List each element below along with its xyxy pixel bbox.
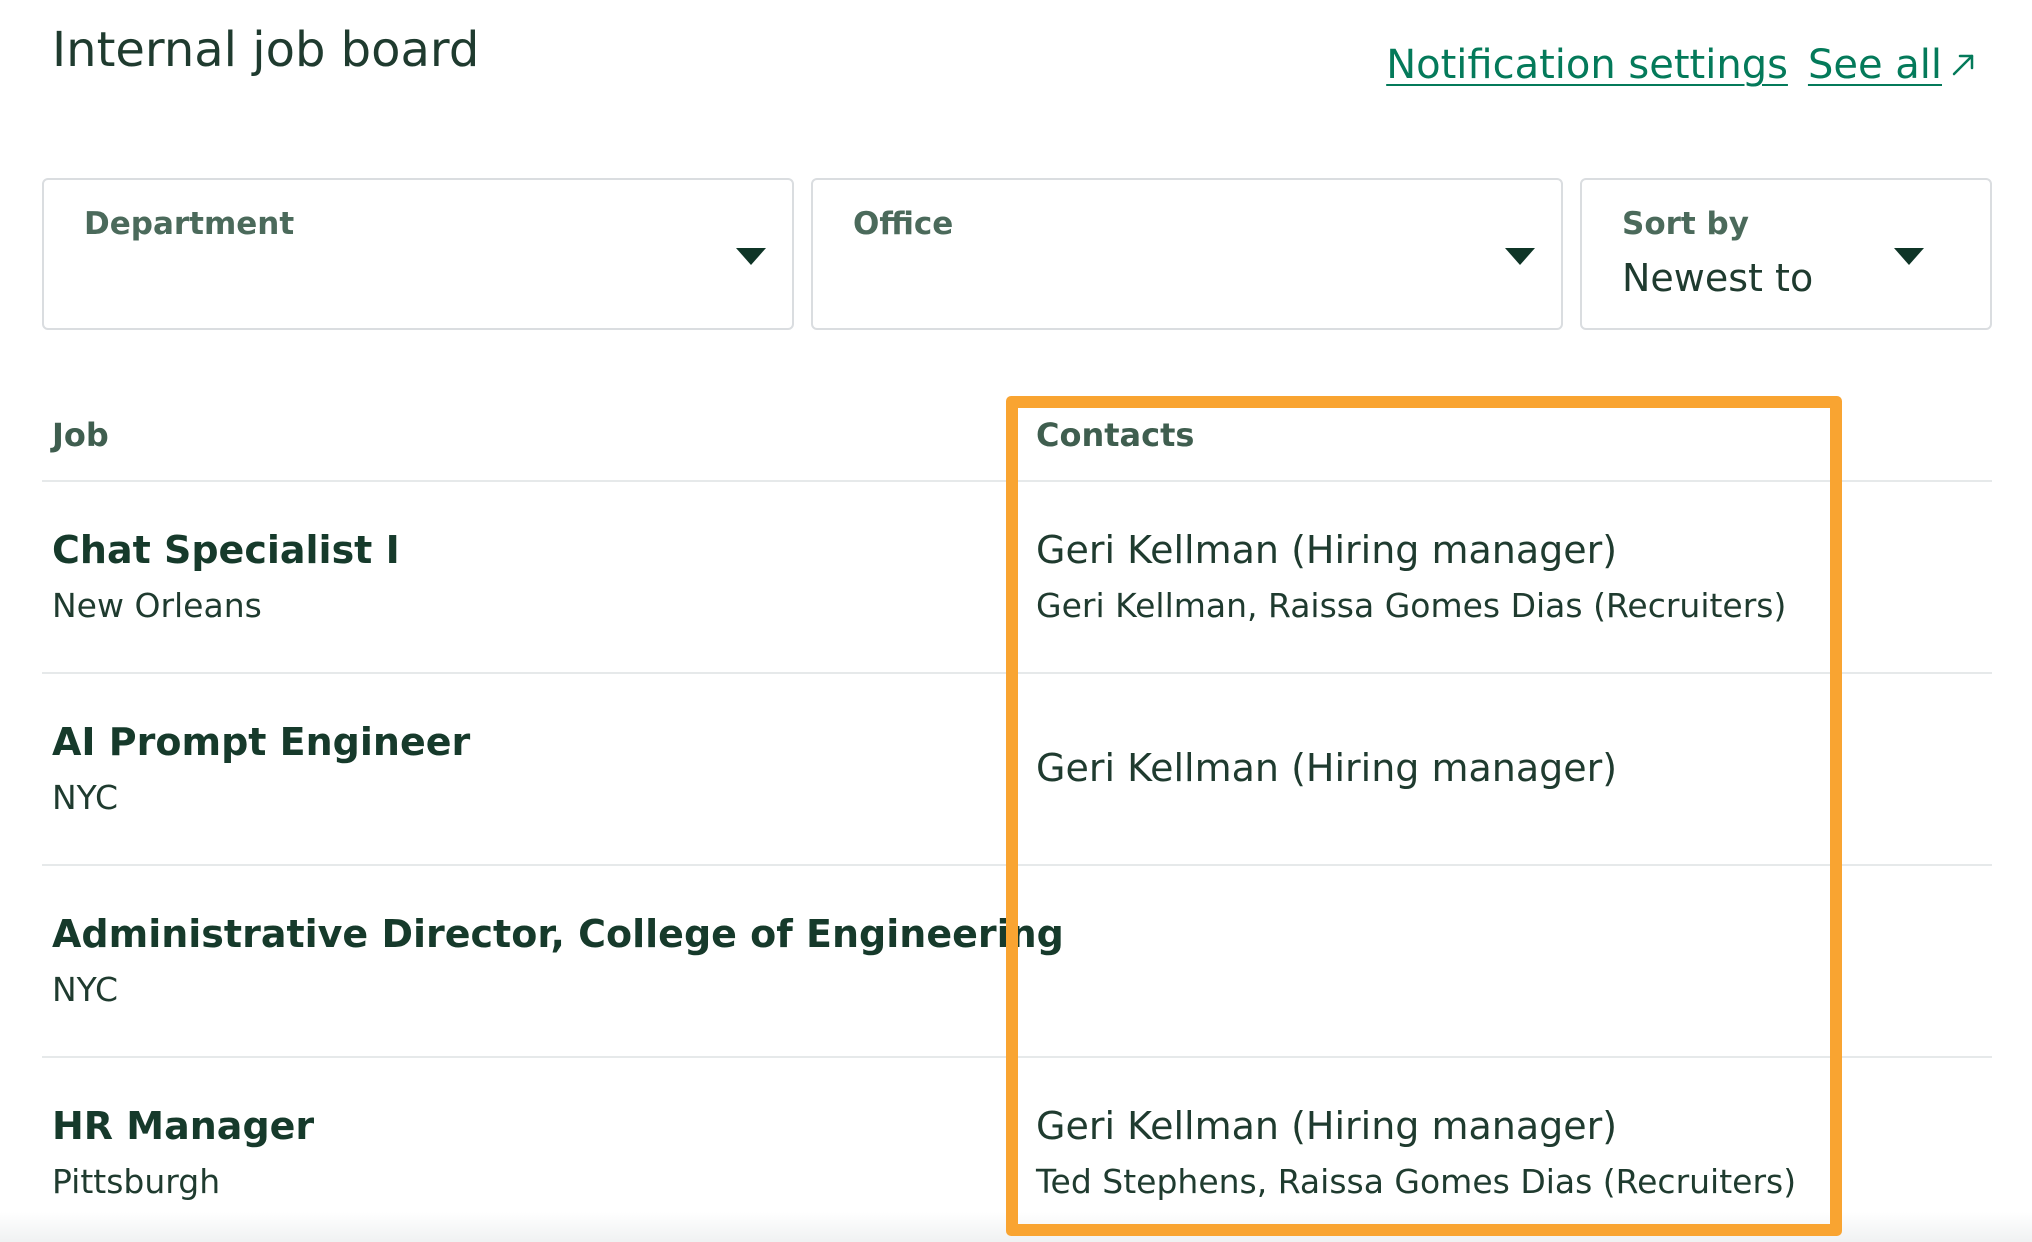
office-filter-label: Office bbox=[853, 206, 954, 242]
bottom-shadow bbox=[0, 1212, 2032, 1242]
chevron-down-icon bbox=[1894, 248, 1924, 265]
table-row[interactable]: Administrative Director, College of Engi… bbox=[0, 866, 2032, 1056]
chevron-down-icon bbox=[736, 248, 766, 265]
recruiters-contact: Ted Stephens, Raissa Gomes Dias (Recruit… bbox=[1036, 1162, 1797, 1201]
external-link-icon[interactable] bbox=[1948, 50, 1978, 80]
recruiters-contact: Geri Kellman, Raissa Gomes Dias (Recruit… bbox=[1036, 586, 1787, 625]
job-location: Pittsburgh bbox=[52, 1162, 221, 1201]
sort-by-value: Newest to bbox=[1622, 256, 1814, 300]
chevron-down-icon bbox=[1505, 248, 1535, 265]
table-row[interactable]: Chat Specialist I New Orleans Geri Kellm… bbox=[0, 482, 2032, 672]
hiring-manager-contact: Geri Kellman (Hiring manager) bbox=[1036, 746, 1618, 790]
job-board-page: Internal job board Notification settings… bbox=[0, 0, 2032, 1242]
column-header-contacts: Contacts bbox=[1036, 416, 1195, 454]
column-header-job: Job bbox=[52, 416, 109, 454]
hiring-manager-contact: Geri Kellman (Hiring manager) bbox=[1036, 528, 1618, 572]
job-title[interactable]: Chat Specialist I bbox=[52, 528, 400, 572]
department-filter[interactable]: Department bbox=[42, 178, 794, 330]
job-title[interactable]: AI Prompt Engineer bbox=[52, 720, 470, 764]
office-filter[interactable]: Office bbox=[811, 178, 1563, 330]
hiring-manager-contact: Geri Kellman (Hiring manager) bbox=[1036, 1104, 1618, 1148]
sort-by-label: Sort by bbox=[1622, 206, 1749, 242]
notification-settings-link[interactable]: Notification settings bbox=[1386, 42, 1788, 88]
page-title: Internal job board bbox=[52, 22, 480, 78]
job-title[interactable]: HR Manager bbox=[52, 1104, 314, 1148]
table-row[interactable]: AI Prompt Engineer NYC Geri Kellman (Hir… bbox=[0, 674, 2032, 864]
see-all-group[interactable]: See all bbox=[1808, 42, 1978, 88]
job-location: New Orleans bbox=[52, 586, 262, 625]
department-filter-label: Department bbox=[84, 206, 295, 242]
job-location: NYC bbox=[52, 778, 119, 817]
job-location: NYC bbox=[52, 970, 119, 1009]
sort-by-select[interactable]: Sort by Newest to bbox=[1580, 178, 1992, 330]
header-links: Notification settings See all bbox=[1386, 42, 1978, 88]
job-title[interactable]: Administrative Director, College of Engi… bbox=[52, 912, 1064, 956]
see-all-link[interactable]: See all bbox=[1808, 42, 1942, 88]
